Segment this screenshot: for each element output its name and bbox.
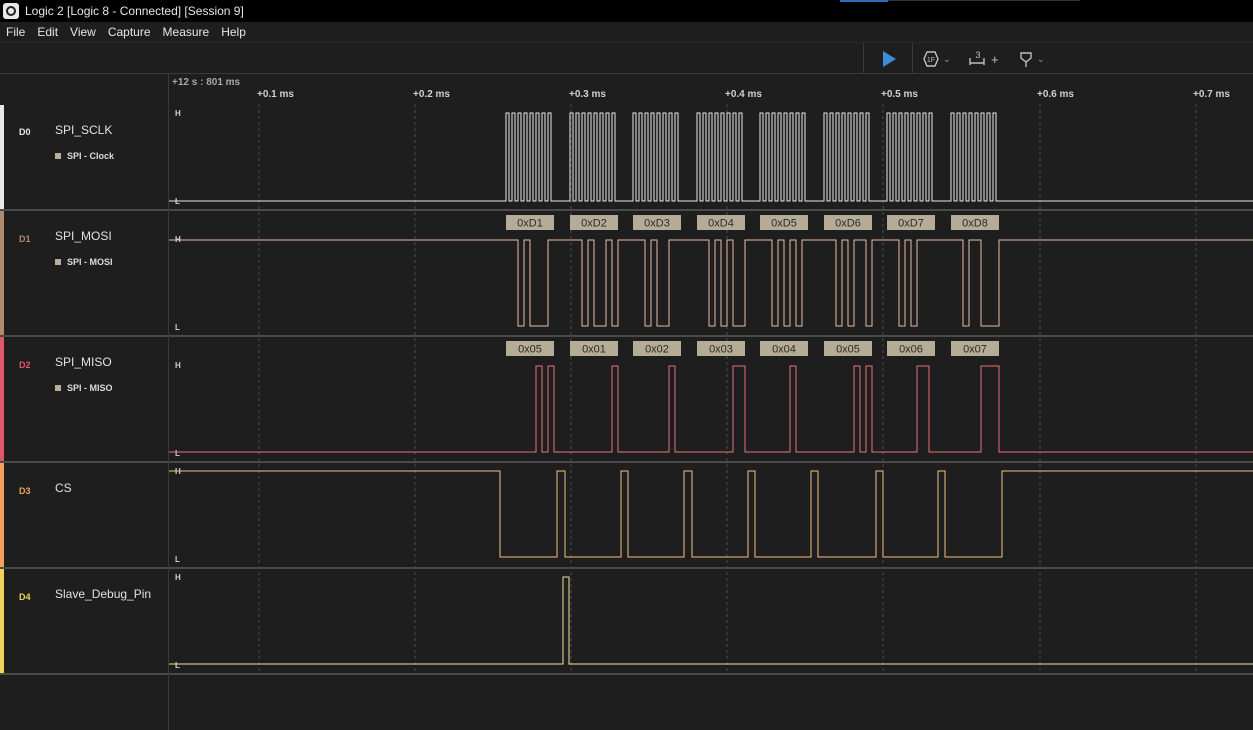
miso-decode-value: 0x04 [772, 344, 796, 356]
mosi-decode-value: 0xD1 [517, 218, 543, 230]
mosi-decode-value: 0xD3 [644, 218, 670, 230]
level-low-label: L [175, 323, 180, 332]
level-high-label: H [175, 109, 181, 118]
slave-debug-trace [169, 576, 1253, 665]
spi-mosi-trace [169, 239, 1253, 327]
level-low-label: L [175, 449, 180, 458]
decode-bubbles: 0xD1 0xD2 0xD3 0xD4 0xD5 0xD6 0xD7 0xD8 0x05 0x01… [506, 215, 999, 356]
level-low-label: L [175, 555, 180, 564]
cs-trace [169, 470, 1253, 558]
level-low-label: L [175, 661, 180, 670]
mosi-decode-value: 0xD4 [708, 218, 734, 230]
level-high-label: H [175, 361, 181, 370]
mosi-decode-value: 0xD6 [835, 218, 861, 230]
mosi-decode-value: 0xD7 [898, 218, 924, 230]
miso-decode-value: 0x03 [709, 344, 733, 356]
mosi-decode-value: 0xD8 [962, 218, 988, 230]
mosi-decode-value: 0xD5 [771, 218, 797, 230]
spi-miso-trace [169, 365, 1253, 453]
miso-decode-value: 0x05 [518, 344, 542, 356]
miso-decode-value: 0x06 [899, 344, 923, 356]
waveform-area[interactable]: HLHLHLHLHL 0xD1 0xD2 0xD3 0xD4 0xD5 0xD6 0xD7 0… [0, 0, 1253, 730]
mosi-decode-value: 0xD2 [581, 218, 607, 230]
miso-decode-value: 0x07 [963, 344, 987, 356]
level-high-label: H [175, 573, 181, 582]
miso-decode-value: 0x01 [582, 344, 606, 356]
level-labels: HLHLHLHLHL [175, 109, 181, 670]
spi-sclk-trace [169, 112, 1253, 202]
miso-decode-value: 0x02 [645, 344, 669, 356]
miso-decode-value: 0x05 [836, 344, 860, 356]
